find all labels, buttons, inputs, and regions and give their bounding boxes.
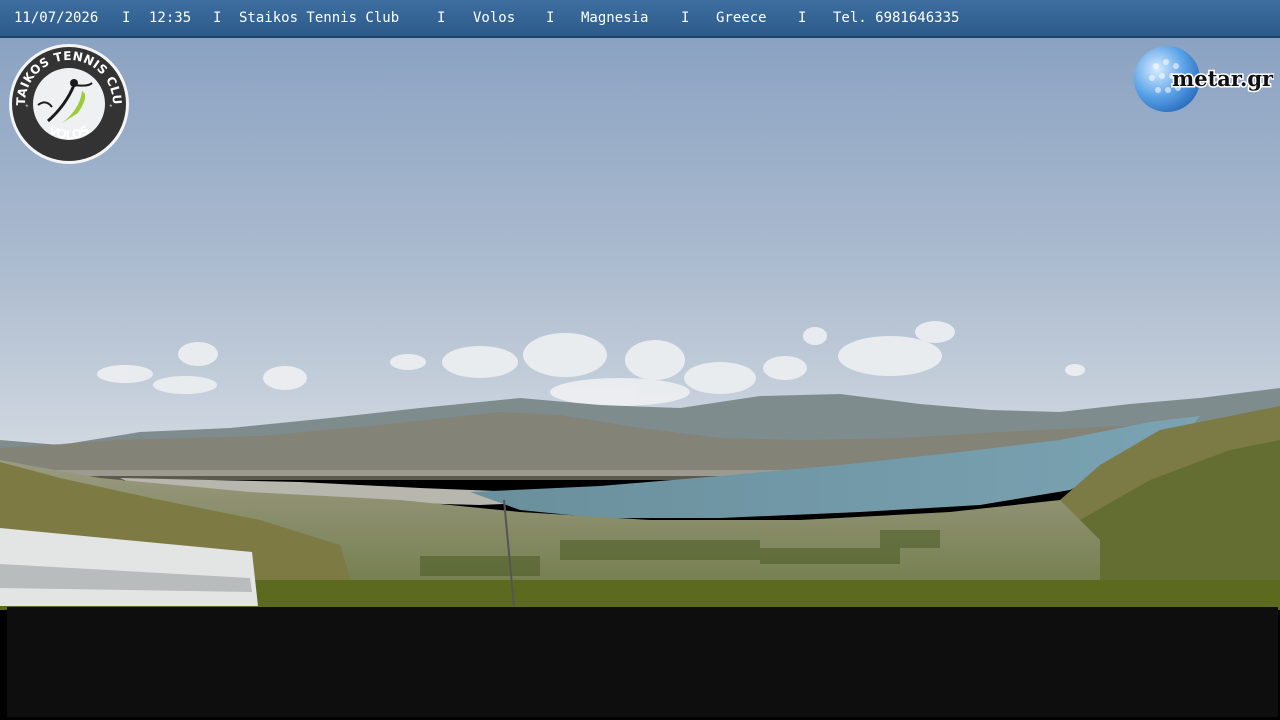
metar-logo: metar.gr metar.gr (1134, 46, 1274, 112)
club-name: Staikos Tennis Club (239, 10, 400, 26)
separator: I (122, 10, 131, 26)
info-bar: 11/07/2026 I 12:35 I Staikos Tennis Club… (0, 0, 1280, 38)
separator: I (546, 10, 555, 26)
separator: I (437, 10, 446, 26)
city-text: Volos (473, 10, 516, 26)
time-text: 12:35 (149, 10, 192, 26)
svg-text:★: ★ (25, 102, 29, 109)
svg-text:★: ★ (109, 102, 113, 109)
separator: I (681, 10, 690, 26)
separator: I (213, 10, 222, 26)
date-text: 11/07/2026 (14, 10, 99, 26)
tennis-club-logo: STAIKOS TENNIS CLUB VOLOS ★ ★ (8, 43, 129, 164)
black-panel (7, 607, 1278, 717)
region-text: Magnesia (581, 10, 649, 26)
separator: I (798, 10, 807, 26)
country-text: Greece (716, 10, 767, 26)
phone-text: Tel. 6981646335 (833, 10, 960, 26)
metar-text: metar.gr (1172, 66, 1274, 91)
